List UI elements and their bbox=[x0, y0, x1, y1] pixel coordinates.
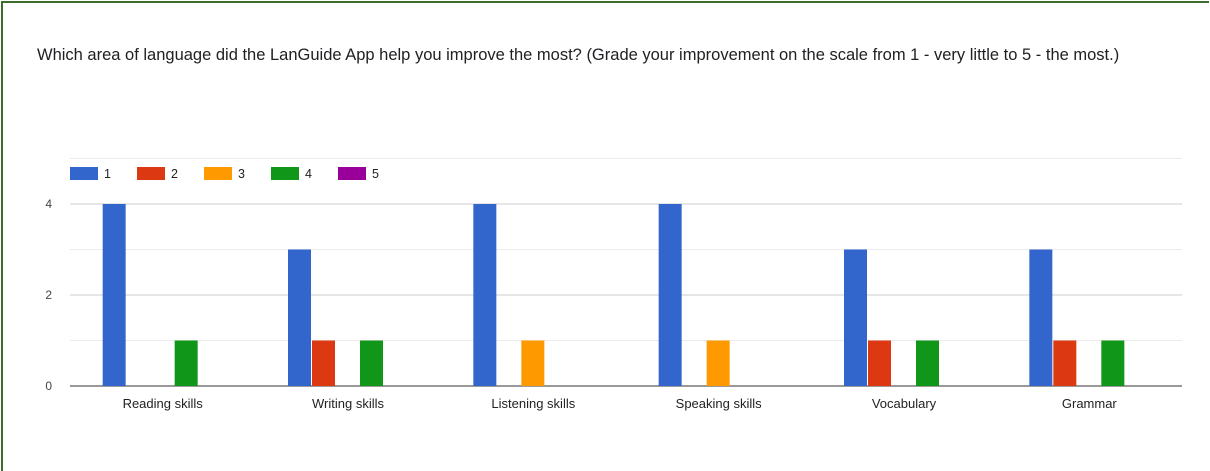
x-category-label: Reading skills bbox=[123, 396, 204, 411]
bar-1 bbox=[102, 204, 126, 386]
legend-label: 3 bbox=[238, 167, 245, 181]
legend-label: 4 bbox=[305, 167, 312, 181]
legend-label: 5 bbox=[372, 167, 379, 181]
y-tick-label: 0 bbox=[45, 379, 52, 393]
bar-4 bbox=[916, 340, 939, 386]
bar-4 bbox=[360, 340, 383, 386]
bar-3 bbox=[521, 340, 545, 386]
legend-swatch bbox=[70, 167, 98, 180]
bar-1 bbox=[844, 249, 867, 386]
x-category-label: Listening skills bbox=[491, 396, 575, 411]
bar-2 bbox=[868, 340, 891, 386]
bar-2 bbox=[312, 340, 335, 386]
legend-swatch bbox=[137, 167, 165, 180]
x-category-label: Writing skills bbox=[312, 396, 384, 411]
bar-4 bbox=[1101, 340, 1125, 386]
legend-label: 2 bbox=[171, 167, 178, 181]
bar-1 bbox=[1029, 249, 1053, 386]
legend-swatch bbox=[204, 167, 232, 180]
y-tick-label: 2 bbox=[45, 288, 52, 302]
legend-label: 1 bbox=[104, 167, 111, 181]
bar-3 bbox=[706, 340, 730, 386]
bar-4 bbox=[174, 340, 198, 386]
bar-1 bbox=[288, 249, 311, 386]
bar-chart: 0 2 4 Reading skills Writing skills Listening… bbox=[45, 158, 1182, 411]
bar-1 bbox=[658, 204, 682, 386]
x-category-label: Speaking skills bbox=[676, 396, 762, 411]
y-tick-label: 4 bbox=[45, 197, 52, 211]
legend-swatch bbox=[338, 167, 366, 180]
x-category-label: Vocabulary bbox=[872, 396, 937, 411]
x-category-label: Grammar bbox=[1062, 396, 1118, 411]
bar-2 bbox=[1053, 340, 1077, 386]
legend-swatch bbox=[271, 167, 299, 180]
bar-1 bbox=[473, 204, 497, 386]
